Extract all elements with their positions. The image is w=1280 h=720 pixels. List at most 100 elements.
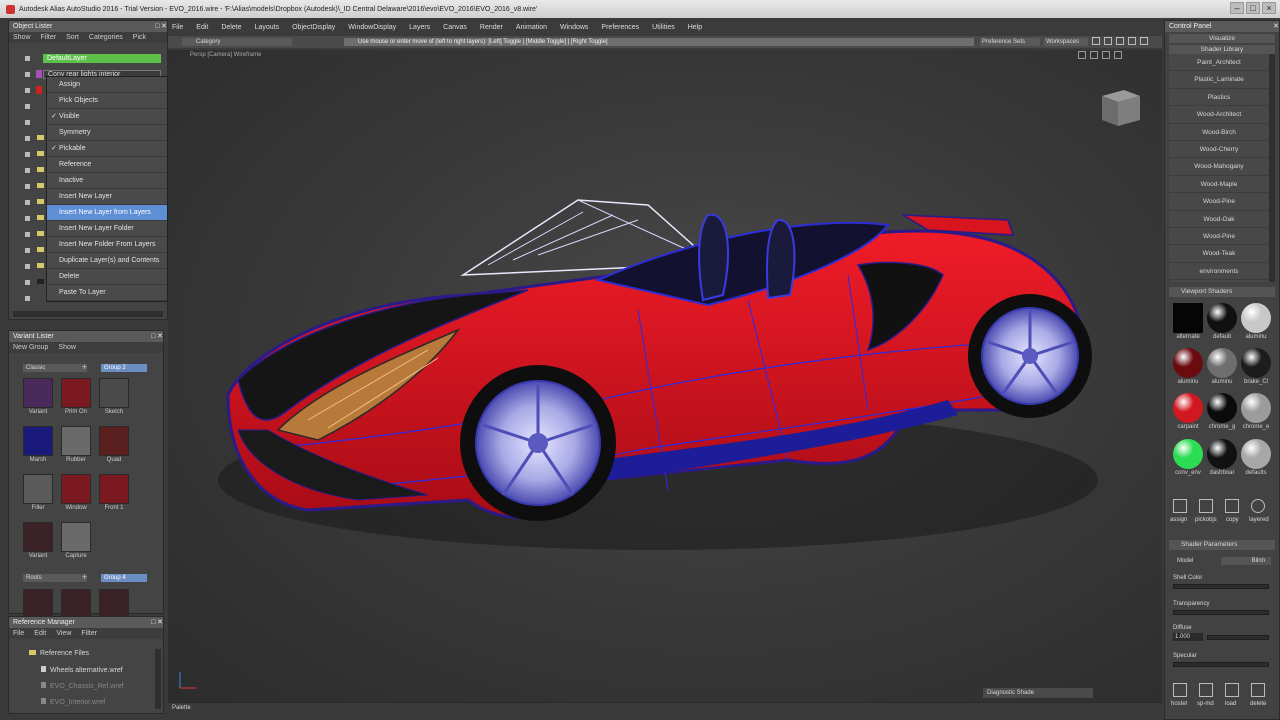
main-menu-item[interactable]: Help (688, 22, 702, 34)
layered-tool-icon[interactable] (1251, 499, 1265, 513)
shader-swatch[interactable] (1207, 348, 1237, 378)
layer-row-default[interactable]: DefaultLayer (43, 54, 161, 63)
variant-thumbnail[interactable] (61, 522, 91, 552)
context-menu-item[interactable]: Delete (47, 269, 167, 285)
main-menu-item[interactable]: Layers (409, 22, 430, 34)
diagnostic-shade-bar[interactable]: Diagnostic Shade (983, 688, 1093, 698)
main-menu-item[interactable]: File (172, 22, 183, 34)
load-tool-icon[interactable] (1225, 683, 1239, 697)
context-menu-item[interactable]: Insert New Layer Folder (47, 221, 167, 237)
variant-thumbnail[interactable] (61, 474, 91, 504)
context-menu-item[interactable]: Inactive (47, 173, 167, 189)
context-menu-item[interactable]: Insert New Layer (47, 189, 167, 205)
diffuse-slider[interactable] (1207, 635, 1269, 640)
minimize-button[interactable]: – (1230, 2, 1244, 14)
group-name-field[interactable]: Group 2 (101, 364, 147, 372)
menu-view[interactable]: View (56, 628, 71, 639)
main-menu-item[interactable]: Utilities (652, 22, 675, 34)
shader-library-item[interactable]: Wood-Teak (1169, 245, 1269, 263)
main-menu-item[interactable]: Edit (196, 22, 208, 34)
shader-library-item[interactable]: Wood-Architect (1169, 106, 1269, 124)
specular-slider[interactable] (1173, 662, 1269, 667)
sp-md-tool-icon[interactable] (1199, 683, 1213, 697)
main-menu-item[interactable]: Preferences (601, 22, 639, 34)
shader-library-item[interactable]: Wood-Oak (1169, 211, 1269, 228)
context-menu-item[interactable]: Assign (47, 77, 167, 93)
main-menu-item[interactable]: ObjectDisplay (292, 22, 335, 34)
main-menu-item[interactable]: Layouts (255, 22, 280, 34)
shader-swatch[interactable] (1173, 393, 1203, 423)
shader-library-item[interactable]: Wood-Cherry (1169, 141, 1269, 159)
hostel-tool-icon[interactable] (1173, 683, 1187, 697)
menu-filter[interactable]: Filter (41, 32, 57, 43)
category-dropdown[interactable]: Category (182, 38, 292, 46)
context-menu-item[interactable]: ✓ Pickable (47, 141, 167, 157)
shader-library-item[interactable]: Plastics (1169, 89, 1269, 107)
variant-thumbnail[interactable] (23, 589, 53, 619)
diffuse-field[interactable]: 1.000 (1173, 633, 1203, 641)
shader-library-item[interactable]: Wood-Maple (1169, 176, 1269, 194)
pickobjs-tool-icon[interactable] (1199, 499, 1213, 513)
menu-sort[interactable]: Sort (66, 32, 79, 43)
menu-categories[interactable]: Categories (89, 32, 123, 43)
group-name-field[interactable]: Group 4 (101, 574, 147, 582)
delete-tool-icon[interactable] (1251, 683, 1265, 697)
model-dropdown[interactable]: Blinn (1221, 557, 1271, 565)
object-lister-scrollbar[interactable] (13, 311, 163, 317)
close-icon[interactable]: □ ✕ (155, 21, 167, 32)
menu-edit[interactable]: Edit (34, 628, 46, 639)
close-icon[interactable]: □ ✕ (151, 331, 163, 342)
variant-thumbnail[interactable] (23, 474, 53, 504)
variant-thumbnail[interactable] (23, 378, 53, 408)
shell-color-slider[interactable] (1173, 584, 1269, 589)
close-icon[interactable]: □ ✕ (151, 617, 163, 628)
main-menu-item[interactable]: Render (480, 22, 503, 34)
reference-file[interactable]: EVO_Chassis_Ref.wref (41, 682, 124, 692)
menu-show[interactable]: Show (13, 32, 31, 43)
shader-library-item[interactable]: environments (1169, 263, 1269, 281)
library-scrollbar[interactable] (1269, 54, 1275, 282)
context-menu-item[interactable]: Paste To Layer (47, 285, 167, 301)
context-menu-item[interactable]: Reference (47, 157, 167, 173)
shader-library-item[interactable]: Paint_Architect (1169, 54, 1269, 72)
variant-thumbnail[interactable] (99, 589, 129, 619)
copy-tool-icon[interactable] (1225, 499, 1239, 513)
maximize-button[interactable]: □ (1246, 2, 1260, 14)
variant-thumbnail[interactable] (61, 426, 91, 456)
shader-swatch[interactable] (1241, 348, 1271, 378)
menu-pick[interactable]: Pick (133, 32, 146, 43)
shader-swatch[interactable] (1207, 439, 1237, 469)
shader-library-item[interactable]: Wood-Birch (1169, 124, 1269, 141)
shader-swatch[interactable] (1173, 348, 1203, 378)
close-icon[interactable]: ✕ (1273, 21, 1279, 32)
menu-show[interactable]: Show (58, 342, 76, 353)
preference-sets-dropdown[interactable]: Preference Sets (980, 38, 1040, 46)
workspaces-dropdown[interactable]: Workspaces (1044, 38, 1088, 46)
variant-thumbnail[interactable] (99, 426, 129, 456)
variant-thumbnail[interactable] (61, 589, 91, 619)
shader-swatch[interactable] (1173, 439, 1203, 469)
shader-library-item[interactable]: Plastic_Laminate (1169, 71, 1269, 89)
add-group-icon[interactable]: + (82, 362, 87, 372)
variant-thumbnail[interactable] (99, 474, 129, 504)
close-button[interactable]: × (1262, 2, 1276, 14)
variant-thumbnail[interactable] (23, 426, 53, 456)
shader-swatch[interactable] (1173, 303, 1203, 333)
transparency-slider[interactable] (1173, 610, 1269, 615)
context-menu-item[interactable]: ✓ Visible (47, 109, 167, 125)
menu-file[interactable]: File (13, 628, 24, 639)
reference-root[interactable]: Reference Files (29, 649, 89, 659)
reference-file[interactable]: EVO_Interior.wref (41, 698, 105, 708)
menu-new-group[interactable]: New Group (13, 342, 48, 353)
menu-filter[interactable]: Filter (81, 628, 97, 639)
main-menu-item[interactable]: Canvas (443, 22, 467, 34)
variant-thumbnail[interactable] (99, 378, 129, 408)
context-menu-item[interactable]: Symmetry (47, 125, 167, 141)
variant-thumbnail[interactable] (61, 378, 91, 408)
shader-library-item[interactable]: Wood-Pine (1169, 228, 1269, 246)
car-model[interactable] (168, 50, 1162, 702)
visualize-tab[interactable]: Visualize (1169, 34, 1275, 43)
main-menu-item[interactable]: WindowDisplay (348, 22, 396, 34)
layout-icons[interactable] (1092, 37, 1158, 47)
shader-swatch[interactable] (1241, 393, 1271, 423)
